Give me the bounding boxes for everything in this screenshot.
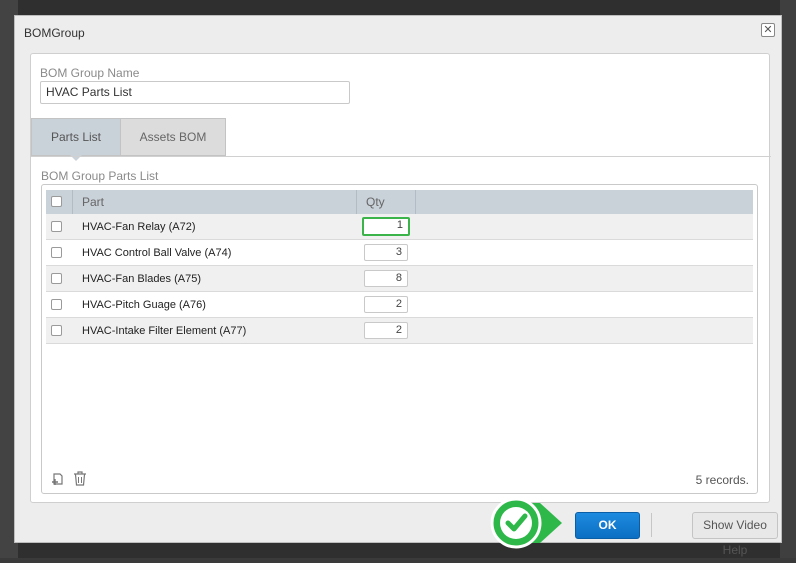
qty-input[interactable]: 8 bbox=[364, 270, 408, 287]
tab-bar: Parts List Assets BOM bbox=[31, 118, 771, 161]
column-header-part[interactable]: Part bbox=[82, 190, 104, 214]
parts-section-label: BOM Group Parts List bbox=[41, 169, 159, 183]
table-row[interactable]: HVAC-Fan Relay (A72) 1 bbox=[46, 214, 753, 240]
dialog-title: BOMGroup bbox=[24, 26, 85, 40]
table-row[interactable]: HVAC Control Ball Valve (A74) 3 bbox=[46, 240, 753, 266]
bom-group-dialog: BOMGroup ✕ BOM Group Name HVAC Parts Lis… bbox=[14, 15, 782, 557]
header-separator bbox=[72, 190, 73, 214]
grid-header: Part Qty bbox=[46, 190, 753, 214]
row-checkbox[interactable] bbox=[51, 247, 62, 258]
grid-footer: 5 records. bbox=[42, 467, 757, 493]
part-name: HVAC-Pitch Guage (A76) bbox=[82, 299, 206, 311]
bom-group-name-label: BOM Group Name bbox=[40, 66, 140, 80]
part-name: HVAC-Fan Blades (A75) bbox=[82, 273, 202, 285]
button-divider bbox=[651, 513, 652, 537]
header-separator bbox=[415, 190, 416, 214]
backdrop-right-strip bbox=[780, 0, 796, 558]
qty-input[interactable]: 1 bbox=[362, 217, 410, 236]
tab-assets-bom[interactable]: Assets BOM bbox=[120, 118, 226, 156]
qty-input[interactable]: 2 bbox=[364, 322, 408, 339]
show-video-help-button[interactable]: Show Video Help bbox=[692, 512, 778, 557]
bom-group-name-input[interactable]: HVAC Parts List bbox=[40, 81, 350, 104]
record-count: 5 records. bbox=[695, 473, 749, 487]
select-all-checkbox[interactable] bbox=[51, 196, 62, 207]
parts-list-tab-body: BOM Group Parts List Part Qty HVAC-Fan R… bbox=[31, 156, 771, 503]
column-header-qty[interactable]: Qty bbox=[366, 190, 385, 214]
part-name: HVAC-Fan Relay (A72) bbox=[82, 221, 196, 233]
header-separator bbox=[356, 190, 357, 214]
row-checkbox[interactable] bbox=[51, 299, 62, 310]
tab-parts-list[interactable]: Parts List bbox=[31, 118, 121, 156]
part-name: HVAC-Intake Filter Element (A77) bbox=[82, 325, 247, 337]
trash-icon[interactable] bbox=[73, 471, 87, 486]
table-row[interactable]: HVAC-Pitch Guage (A76) 2 bbox=[46, 292, 753, 318]
parts-grid: Part Qty HVAC-Fan Relay (A72) 1 HVAC Con… bbox=[41, 184, 758, 494]
ok-button[interactable]: OK bbox=[575, 512, 640, 539]
add-row-icon[interactable] bbox=[51, 472, 65, 486]
close-icon[interactable]: ✕ bbox=[761, 23, 775, 37]
table-row[interactable]: HVAC-Intake Filter Element (A77) 2 bbox=[46, 318, 753, 344]
form-panel: BOM Group Name HVAC Parts List Parts Lis… bbox=[30, 53, 771, 503]
table-row[interactable]: HVAC-Fan Blades (A75) 8 bbox=[46, 266, 753, 292]
check-circle-icon bbox=[490, 497, 562, 549]
qty-input[interactable]: 2 bbox=[364, 296, 408, 313]
row-checkbox[interactable] bbox=[51, 273, 62, 284]
qty-input[interactable]: 3 bbox=[364, 244, 408, 261]
row-checkbox[interactable] bbox=[51, 325, 62, 336]
row-checkbox[interactable] bbox=[51, 221, 62, 232]
part-name: HVAC Control Ball Valve (A74) bbox=[82, 247, 232, 259]
